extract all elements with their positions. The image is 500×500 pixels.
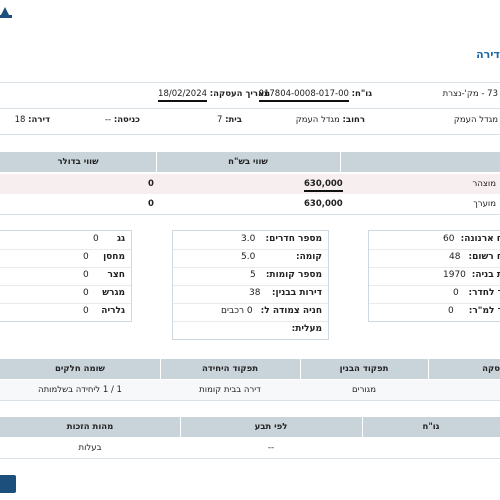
field-label: גג: [116, 234, 125, 244]
field-value: 0: [453, 288, 459, 298]
divider: [0, 82, 500, 83]
gush-value: 017804-0008-017-00: [258, 89, 349, 102]
field-label: חצר: [107, 270, 125, 280]
field-label: ר לחדר:: [468, 288, 500, 298]
divider: [0, 214, 500, 215]
field-value: 0: [83, 288, 89, 298]
field-value: 3.0: [241, 234, 256, 244]
table-row: מוערך 630,000 0: [0, 194, 500, 214]
parts-header: שומה חלקים: [55, 364, 105, 374]
apartment-label: דירה:: [28, 115, 50, 125]
field-value: 0: [93, 234, 99, 244]
table-row: מגורים דירה בבית קומות 1 / 1 ליחידה בשלמ…: [0, 380, 500, 400]
field-label: חניה צמודה ל:: [260, 306, 322, 316]
field-value: 0: [83, 270, 89, 280]
field-label: ח רשום:: [468, 252, 500, 262]
field-value: 1970: [443, 270, 466, 280]
rights-table-header: גו"ח לפי תבע מהות הזכות: [0, 417, 500, 437]
divider: [0, 134, 500, 135]
usd-value-header: שווי בדולר: [57, 157, 99, 167]
nis-value-header: שווי בש"ח: [228, 157, 268, 167]
usd-value: 0: [148, 199, 154, 209]
field-label: מגרש: [102, 288, 125, 298]
info-row-2: מגדל העמק רחוב: מגדל העמק בית: 7 כניסה: …: [0, 115, 500, 131]
neighborhood-value: מגדל העמק: [453, 115, 498, 125]
field-value: 38: [249, 288, 261, 298]
divider: [0, 108, 500, 109]
divider: [0, 458, 500, 459]
field-value: 48: [449, 252, 461, 262]
field-value: 0: [83, 252, 89, 262]
field-value: 5.0: [241, 252, 256, 262]
row-label: מוערך: [473, 199, 496, 209]
field-label: מחסן: [103, 252, 125, 262]
deal-header: סקה: [482, 364, 500, 374]
field-label: גלריה: [101, 306, 125, 316]
building-function-value: מגורים: [352, 385, 376, 395]
field-label: קומה:: [295, 252, 322, 262]
gush-header: גו"ח: [422, 422, 440, 432]
deal-date-value: 18/02/2024: [158, 89, 208, 102]
field-value: 5: [250, 270, 256, 280]
row-label: מוצהר: [472, 179, 496, 189]
usage-table-header: סקה תפקוד הבנין תפקוד היחידה שומה חלקים: [0, 359, 500, 379]
field-label: ר למ"ר:: [468, 306, 500, 316]
nis-value: 630,000: [304, 179, 343, 192]
by-claim-header: לפי תבע: [254, 422, 288, 432]
property-box-right: ח ארנונה: 60 ח רשום: 48 ת בניה: 1970 ר לחדר…: [368, 230, 500, 322]
divider: [0, 400, 500, 401]
table-row: מוצהר 630,000 0: [0, 174, 500, 194]
building-function-header: תפקוד הבנין: [339, 364, 389, 374]
entrance-value: --: [104, 115, 112, 125]
gush-label: גו"ח:: [351, 89, 372, 99]
deal-date-label: תאריך העסקה:: [209, 89, 270, 99]
field-label: ת בניה:: [471, 270, 500, 280]
rights-nature-value: בעלות: [78, 443, 102, 453]
field-label: מעלית:: [291, 324, 322, 334]
field-value: 0 רכבים: [221, 306, 253, 316]
field-value: 0: [448, 306, 454, 316]
page-title: דירה: [476, 48, 500, 61]
entrance-label: כניסה:: [113, 115, 140, 125]
field-label: ח ארנונה:: [460, 234, 500, 244]
parts-value: 1 / 1 ליחידה בשלמותה: [38, 385, 122, 395]
unit-function-header: תפקוד היחידה: [201, 364, 259, 374]
street-label: רחוב:: [342, 115, 365, 125]
house-value: 7: [216, 115, 223, 125]
usd-value: 0: [148, 179, 154, 189]
field-label: מספר קומות:: [265, 270, 322, 280]
street-value: מגדל העמק: [295, 115, 340, 125]
value-table-header: שווי בש"ח שווי בדולר: [0, 152, 500, 172]
apartment-value: 18: [14, 115, 26, 125]
nis-value: 630,000: [304, 199, 343, 209]
unit-function-value: דירה בבית קומות: [199, 385, 261, 395]
rights-nature-header: מהות הזכות: [66, 422, 114, 432]
field-value: 60: [443, 234, 455, 244]
house-label: בית:: [225, 115, 242, 125]
property-box-middle: מספר חדרים: 3.0 קומה: 5.0 מספר קומות: 5 דיר…: [172, 230, 329, 340]
action-button[interactable]: [0, 475, 16, 493]
field-label: מספר חדרים:: [265, 234, 322, 244]
property-box-left: גג 0 מחסן 0 חצר 0 מגרש 0 גלריה 0: [0, 230, 132, 322]
field-value: 0: [83, 306, 89, 316]
info-row-1: 73 - מק'-נצרת גו"ח: 017804-0008-017-00 ת…: [0, 89, 500, 105]
field-label: דירות בבנין:: [271, 288, 322, 298]
by-claim-value: --: [267, 443, 275, 453]
address-value: 73 - מק'-נצרת: [442, 89, 498, 99]
table-row: -- בעלות: [0, 438, 500, 458]
user-icon[interactable]: [0, 6, 12, 18]
